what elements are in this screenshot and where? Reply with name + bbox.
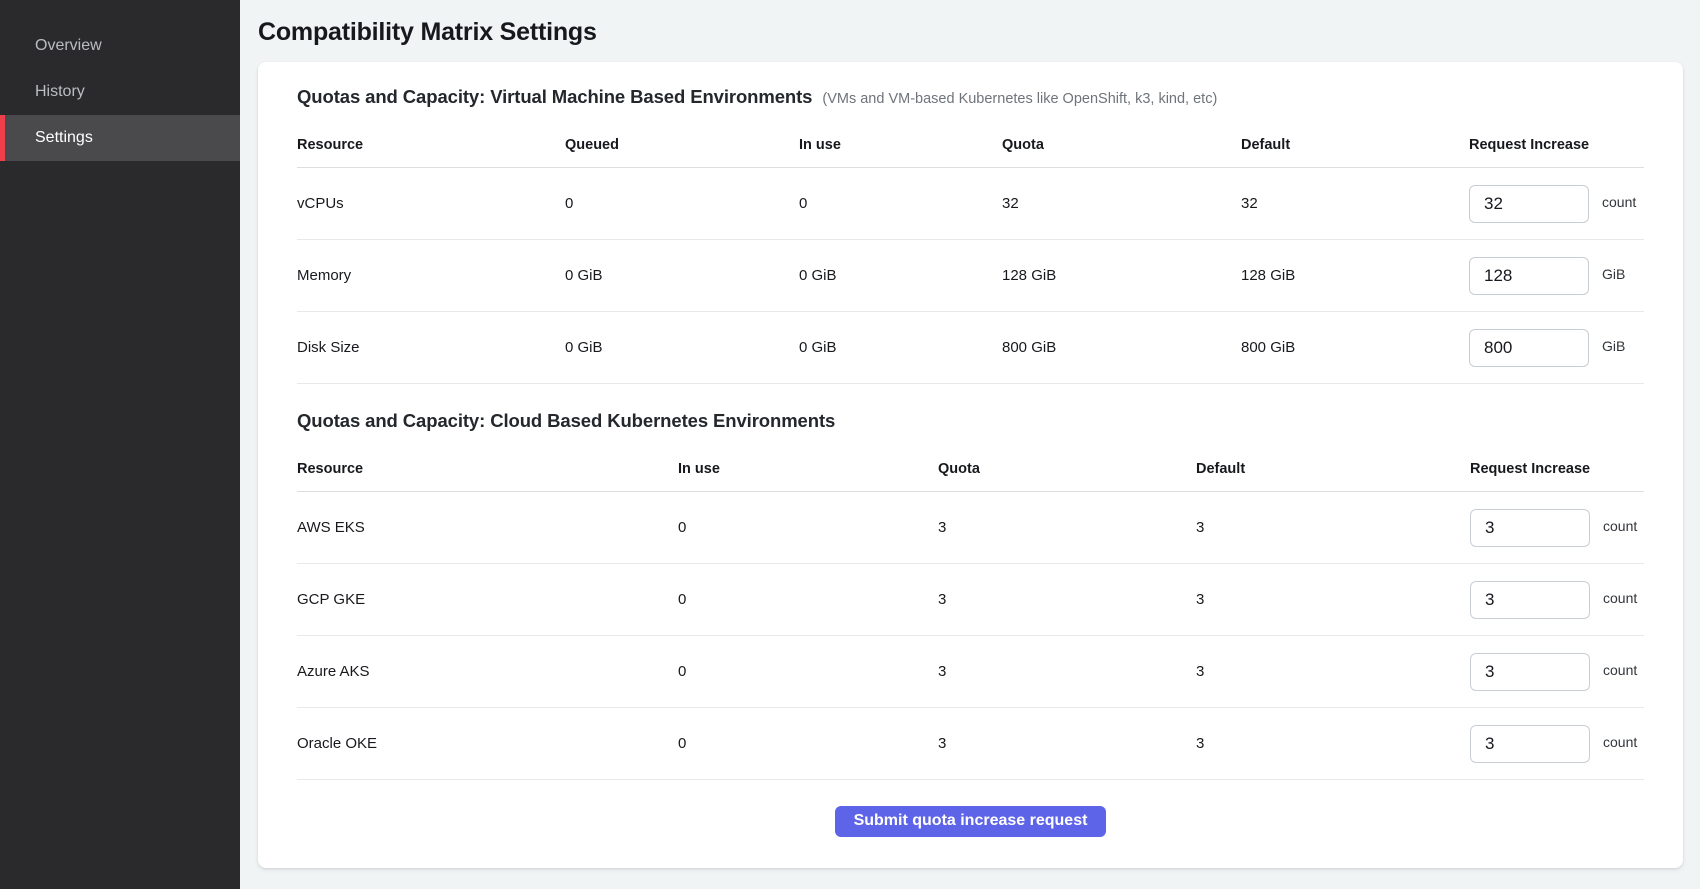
resource-name: Disk Size [297, 339, 565, 356]
page-title: Compatibility Matrix Settings [258, 18, 1683, 47]
in-use-value: 0 [678, 519, 938, 536]
quota-value: 32 [1002, 195, 1241, 212]
quota-value: 3 [938, 663, 1196, 680]
default-value: 3 [1196, 591, 1470, 608]
sidebar-item-overview[interactable]: Overview [0, 23, 240, 69]
default-value: 3 [1196, 519, 1470, 536]
in-use-value: 0 [678, 735, 938, 752]
request-increase-cell: count [1469, 185, 1644, 223]
section-cloud-heading-row: Quotas and Capacity: Cloud Based Kuberne… [297, 410, 1644, 432]
main-content: Compatibility Matrix Settings Quotas and… [240, 0, 1700, 889]
vcpus-request-input[interactable] [1469, 185, 1589, 223]
unit-label: count [1603, 734, 1637, 750]
in-use-value: 0 GiB [799, 339, 1002, 356]
request-increase-cell: count [1470, 653, 1644, 691]
quota-value: 128 GiB [1002, 267, 1241, 284]
request-increase-cell: count [1470, 509, 1644, 547]
section-vm-heading: Quotas and Capacity: Virtual Machine Bas… [297, 86, 812, 108]
resource-name: AWS EKS [297, 519, 678, 536]
aws-eks-request-input[interactable] [1470, 509, 1590, 547]
resource-name: Azure AKS [297, 663, 678, 680]
in-use-value: 0 [799, 195, 1002, 212]
column-header-default: Default [1196, 461, 1470, 477]
request-increase-cell: GiB [1469, 329, 1644, 367]
default-value: 800 GiB [1241, 339, 1469, 356]
unit-label: count [1602, 194, 1636, 210]
column-header-quota: Quota [938, 461, 1196, 477]
unit-label: GiB [1602, 338, 1625, 354]
resource-name: vCPUs [297, 195, 565, 212]
quota-value: 3 [938, 591, 1196, 608]
request-increase-cell: count [1470, 581, 1644, 619]
section-vm-heading-row: Quotas and Capacity: Virtual Machine Bas… [297, 86, 1644, 108]
column-header-in-use: In use [678, 461, 938, 477]
section-vm-subtitle: (VMs and VM-based Kubernetes like OpenSh… [822, 91, 1217, 107]
column-header-resource: Resource [297, 137, 565, 153]
request-increase-cell: GiB [1469, 257, 1644, 295]
column-header-request-increase: Request Increase [1469, 137, 1644, 153]
default-value: 128 GiB [1241, 267, 1469, 284]
resource-name: GCP GKE [297, 591, 678, 608]
table-row-oracle-oke: Oracle OKE 0 3 3 count [297, 708, 1644, 780]
submit-row: Submit quota increase request [297, 780, 1644, 862]
queued-value: 0 GiB [565, 339, 799, 356]
default-value: 3 [1196, 663, 1470, 680]
section-cloud-k8s-environments: Quotas and Capacity: Cloud Based Kuberne… [297, 410, 1644, 780]
default-value: 3 [1196, 735, 1470, 752]
gcp-gke-request-input[interactable] [1470, 581, 1590, 619]
queued-value: 0 [565, 195, 799, 212]
section-cloud-heading: Quotas and Capacity: Cloud Based Kuberne… [297, 410, 835, 432]
oracle-oke-request-input[interactable] [1470, 725, 1590, 763]
column-header-in-use: In use [799, 137, 1002, 153]
resource-name: Oracle OKE [297, 735, 678, 752]
default-value: 32 [1241, 195, 1469, 212]
disk-size-request-input[interactable] [1469, 329, 1589, 367]
table-row-disk-size: Disk Size 0 GiB 0 GiB 800 GiB 800 GiB Gi… [297, 312, 1644, 384]
section-vm-environments: Quotas and Capacity: Virtual Machine Bas… [297, 86, 1644, 384]
unit-label: count [1603, 590, 1637, 606]
settings-card: Quotas and Capacity: Virtual Machine Bas… [258, 62, 1683, 868]
in-use-value: 0 [678, 663, 938, 680]
app-window: Overview History Settings Compatibility … [0, 0, 1700, 889]
sidebar-item-settings[interactable]: Settings [0, 115, 240, 161]
quota-value: 3 [938, 735, 1196, 752]
unit-label: count [1603, 662, 1637, 678]
unit-label: count [1603, 518, 1637, 534]
submit-quota-increase-button[interactable]: Submit quota increase request [835, 806, 1107, 837]
table-row-gcp-gke: GCP GKE 0 3 3 count [297, 564, 1644, 636]
cloud-table-header: Resource In use Quota Default Request In… [297, 446, 1644, 492]
sidebar-item-history[interactable]: History [0, 69, 240, 115]
resource-name: Memory [297, 267, 565, 284]
quota-value: 3 [938, 519, 1196, 536]
quota-value: 800 GiB [1002, 339, 1241, 356]
vm-table-header: Resource Queued In use Quota Default Req… [297, 122, 1644, 168]
queued-value: 0 GiB [565, 267, 799, 284]
column-header-quota: Quota [1002, 137, 1241, 153]
column-header-default: Default [1241, 137, 1469, 153]
in-use-value: 0 [678, 591, 938, 608]
memory-request-input[interactable] [1469, 257, 1589, 295]
column-header-resource: Resource [297, 461, 678, 477]
in-use-value: 0 GiB [799, 267, 1002, 284]
unit-label: GiB [1602, 266, 1625, 282]
request-increase-cell: count [1470, 725, 1644, 763]
table-row-aws-eks: AWS EKS 0 3 3 count [297, 492, 1644, 564]
azure-aks-request-input[interactable] [1470, 653, 1590, 691]
sidebar: Overview History Settings [0, 0, 240, 889]
column-header-queued: Queued [565, 137, 799, 153]
table-row-azure-aks: Azure AKS 0 3 3 count [297, 636, 1644, 708]
table-row-memory: Memory 0 GiB 0 GiB 128 GiB 128 GiB GiB [297, 240, 1644, 312]
column-header-request-increase: Request Increase [1470, 461, 1644, 477]
table-row-vcpus: vCPUs 0 0 32 32 count [297, 168, 1644, 240]
